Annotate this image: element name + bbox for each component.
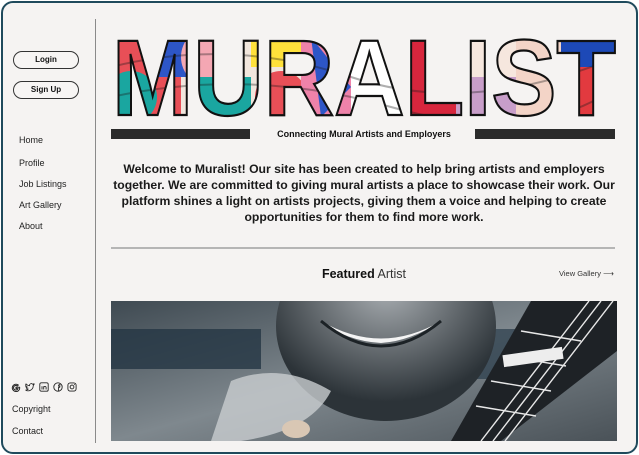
nav-profile[interactable]: Profile (19, 158, 45, 168)
tagline: Connecting Mural Artists and Employers (277, 129, 451, 139)
facebook-icon[interactable] (53, 379, 63, 392)
nav-home[interactable]: Home (19, 135, 43, 145)
login-button[interactable]: Login (13, 51, 79, 69)
arrow-right-icon: ⟶ (603, 269, 614, 278)
muralist-logo: MURALIST (111, 27, 617, 123)
social-links (11, 379, 77, 393)
main-content: MURALIST Connecting Mural Artists and Em… (111, 3, 617, 452)
featured-light: Artist (377, 267, 407, 281)
instagram-icon[interactable] (67, 379, 77, 392)
tagline-bar-left (111, 129, 250, 139)
linkedin-icon[interactable] (39, 379, 49, 392)
logo-text: MURALIST (112, 27, 616, 123)
nav-art-gallery[interactable]: Art Gallery (19, 200, 62, 210)
twitter-icon[interactable] (25, 379, 35, 392)
app-window: Login Sign Up Home Profile Job Listings … (1, 1, 638, 454)
tagline-bar-right (475, 129, 615, 139)
view-gallery-label: View Gallery (559, 269, 601, 278)
featured-heading: Featured Artist (111, 267, 617, 281)
sidebar: Login Sign Up Home Profile Job Listings … (3, 3, 95, 452)
section-divider (111, 247, 615, 249)
nav-job-listings[interactable]: Job Listings (19, 179, 67, 189)
signup-button[interactable]: Sign Up (13, 81, 79, 99)
sidebar-divider (95, 19, 96, 443)
featured-bold: Featured (321, 267, 375, 281)
google-icon[interactable] (11, 379, 21, 393)
footer-contact[interactable]: Contact (12, 426, 43, 436)
view-gallery-link[interactable]: View Gallery ⟶ (559, 269, 614, 278)
nav-about[interactable]: About (19, 221, 43, 231)
welcome-text: Welcome to Muralist! Our site has been c… (113, 162, 615, 224)
footer-copyright[interactable]: Copyright (12, 404, 51, 414)
featured-artist-image[interactable] (111, 301, 617, 441)
